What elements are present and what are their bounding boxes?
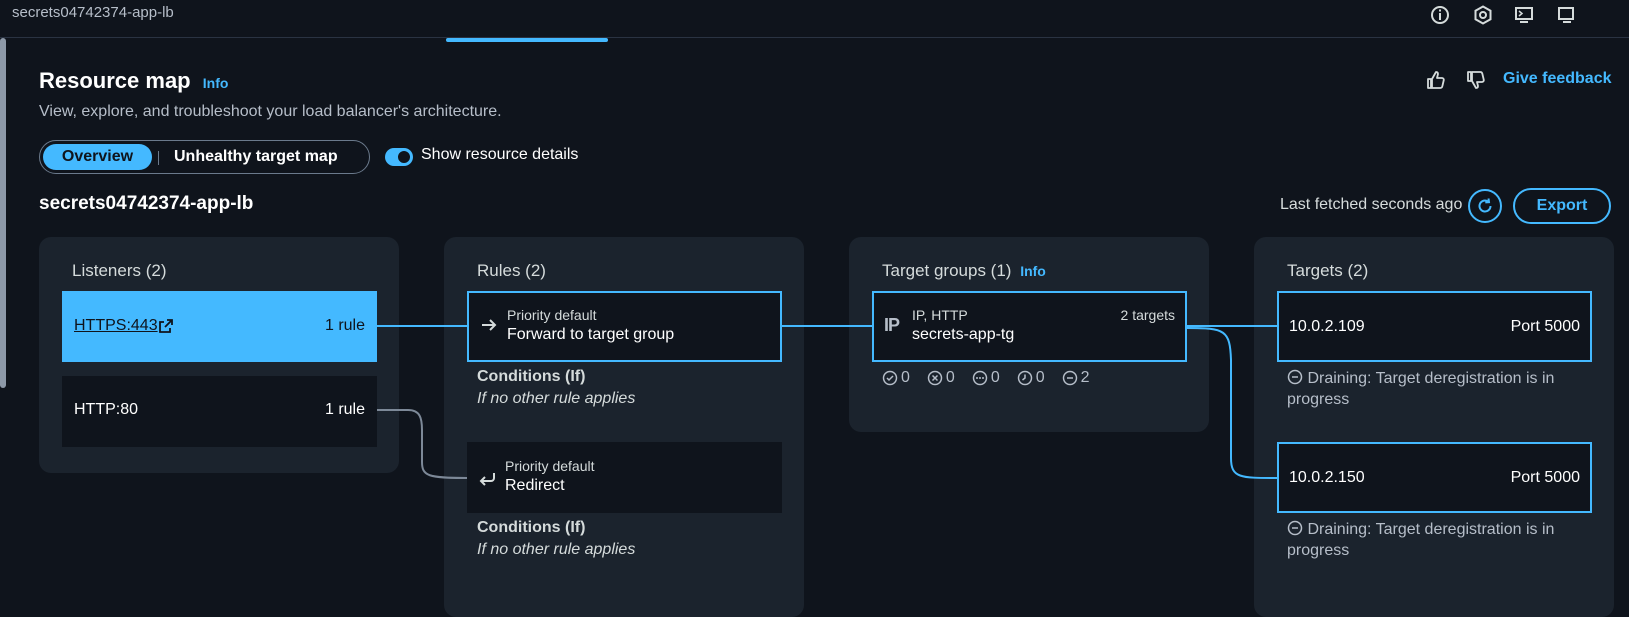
refresh-icon [1478,198,1492,213]
unhealthy-count: 0 [927,369,955,387]
listener-label: HTTP:80 [74,401,139,418]
load-balancer-name: secrets04742374-app-lb [39,193,254,214]
target-ip: 10.0.2.150 [1289,469,1365,486]
x-circle-icon [927,370,943,386]
check-circle-icon [882,370,898,386]
targets-title: Targets (2) [1287,261,1369,280]
target-port: Port 5000 [1510,469,1580,486]
unused-count: 0 [972,369,1000,387]
return-arrow-icon [477,469,497,489]
rule-conditions-title: Conditions (If) [477,368,586,385]
refresh-button[interactable] [1468,189,1502,223]
minus-circle-icon [1062,370,1077,386]
healthy-count-value: 0 [901,369,910,386]
settings-hex-icon[interactable] [1473,5,1493,25]
draining-count-value: 2 [1080,369,1090,386]
show-resource-details-toggle[interactable] [385,148,413,166]
target-health-summary: 0 0 0 0 2 [882,369,1090,387]
page-title-text: Resource map [39,68,191,93]
rule-priority: Priority default [507,307,597,323]
segment-divider [158,151,159,165]
rule-conditions-text: If no other rule applies [477,541,636,558]
cloudshell-icon[interactable] [1514,5,1534,25]
rule-action: Forward to target group [507,326,675,343]
export-button[interactable]: Export [1513,188,1611,224]
tab-overview[interactable]: Overview [43,144,152,170]
external-link-icon [158,318,174,334]
unused-count-value: 0 [990,369,1000,386]
target-card[interactable]: 10.0.2.150 Port 5000 [1277,442,1592,513]
listener-http-80[interactable]: HTTP:80 1 rule [62,376,377,447]
view-segmented-control: Overview Unhealthy target map [39,140,370,174]
target-group-count: 2 targets [1120,307,1175,323]
page-description: View, explore, and troubleshoot your loa… [39,103,502,120]
thumbs-down-icon[interactable] [1464,68,1488,92]
minus-circle-icon [1287,520,1303,536]
minus-circle-icon [1287,369,1303,385]
listeners-title: Listeners (2) [72,261,167,280]
pending-count-value: 0 [1035,369,1045,386]
info-link[interactable]: Info [1020,263,1046,279]
draining-count: 2 [1062,369,1090,387]
listener-rule-count: 1 rule [324,317,365,334]
listener-https-443[interactable]: HTTPS:443 1 rule [62,291,377,362]
rule-forward[interactable]: Priority default Forward to target group [467,291,782,362]
listener-label[interactable]: HTTPS:443 [74,317,158,335]
rules-title: Rules (2) [477,261,546,280]
window-title: secrets04742374-app-lb [12,4,174,21]
healthy-count: 0 [882,369,910,387]
target-status: Draining: Target deregistration is in pr… [1287,519,1587,561]
toggle-knob [398,151,410,163]
target-status-text: Draining: Target deregistration is in pr… [1287,370,1555,408]
thumbs-up-icon[interactable] [1424,68,1448,92]
target-ip: 10.0.2.109 [1289,318,1365,335]
rule-priority: Priority default [505,458,595,474]
target-groups-title-text: Target groups (1) [882,261,1012,280]
ellipsis-circle-icon [972,370,988,386]
pending-count: 0 [1017,369,1045,387]
expand-icon[interactable] [1557,5,1577,25]
target-groups-title: Target groups (1) Info [882,261,1046,281]
rule-action: Redirect [505,477,565,494]
target-status: Draining: Target deregistration is in pr… [1287,368,1587,410]
info-icon[interactable] [1430,5,1450,25]
rule-conditions-text: If no other rule applies [477,390,636,407]
give-feedback-link[interactable]: Give feedback [1503,70,1612,88]
target-port: Port 5000 [1510,318,1580,335]
clock-icon [1017,370,1032,386]
unhealthy-count-value: 0 [945,369,955,386]
arrow-right-icon [479,315,499,335]
top-bar [0,0,1629,38]
rule-conditions-title: Conditions (If) [477,519,586,536]
ip-icon: IP [884,315,900,335]
last-fetched-text: Last fetched seconds ago [1280,196,1463,213]
tab-unhealthy-target-map[interactable]: Unhealthy target map [174,144,338,170]
page-title: Resource map Info [39,68,228,94]
toggle-label: Show resource details [421,146,579,163]
target-card[interactable]: 10.0.2.109 Port 5000 [1277,291,1592,362]
target-group-protocol: IP, HTTP [912,307,968,323]
active-tab-indicator [446,38,608,42]
scrollbar[interactable] [0,38,6,388]
target-status-text: Draining: Target deregistration is in pr… [1287,521,1555,559]
target-group-card[interactable]: IP IP, HTTP secrets-app-tg 2 targets [872,291,1187,362]
target-group-name: secrets-app-tg [912,326,1015,343]
rule-redirect[interactable]: Priority default Redirect [467,442,782,513]
listener-rule-count: 1 rule [324,401,365,418]
info-link[interactable]: Info [203,75,229,91]
